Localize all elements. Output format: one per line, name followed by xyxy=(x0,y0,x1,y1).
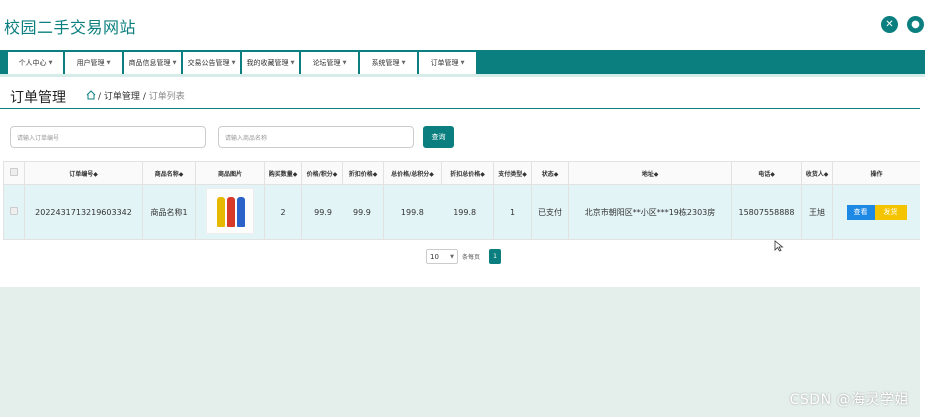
chevron-down-icon: ▼ xyxy=(342,60,347,66)
cell-pay-type: 1 xyxy=(493,184,532,240)
col-quantity[interactable]: 购买数量◆ xyxy=(264,161,302,185)
nav-label: 系统管理 xyxy=(371,59,400,67)
orders-table: 订单编号◆ 商品名称◆ 商品图片 购买数量◆ 价格/积分◆ 折扣价格◆ 总价格/… xyxy=(3,161,921,240)
cell-total: 199.8 199.8 xyxy=(383,184,494,240)
page-button-current[interactable]: 1 xyxy=(489,249,501,264)
chevron-down-icon: ▼ xyxy=(401,60,406,66)
col-status[interactable]: 状态◆ xyxy=(531,161,569,185)
breadcrumb-last: 订单列表 xyxy=(148,92,185,102)
cell-quantity: 2 xyxy=(264,184,302,240)
row-checkbox-cell[interactable] xyxy=(3,184,25,240)
cell-address: 北京市朝阳区**小区***19栋2303房 xyxy=(568,184,732,240)
col-receiver[interactable]: 收货人◆ xyxy=(801,161,833,185)
cell-order-no: 2022431713219603342 xyxy=(24,184,143,240)
nav-label: 个人中心 xyxy=(18,59,47,67)
per-page-label: 条每页 xyxy=(462,254,481,261)
right-margin xyxy=(920,109,925,417)
bottle-shape xyxy=(237,197,245,227)
nav-label: 我的收藏管理 xyxy=(246,59,289,67)
chevron-down-icon: ▼ xyxy=(106,60,111,66)
watermark: CSDN @海灵学姐 xyxy=(789,392,909,408)
col-order-no[interactable]: 订单编号◆ xyxy=(24,161,143,185)
nav-item-forum-management[interactable]: 论坛管理 ▼ xyxy=(301,52,359,74)
col-product-image: 商品图片 xyxy=(195,161,265,185)
title-divider xyxy=(0,108,920,109)
empty-content-area xyxy=(0,287,920,417)
breadcrumb-current[interactable]: 订单管理 xyxy=(104,92,140,102)
nav-item-order-management[interactable]: 订单管理 ▼ xyxy=(419,52,477,74)
nav-item-favorites-management[interactable]: 我的收藏管理 ▼ xyxy=(242,52,300,74)
col-discount-price[interactable]: 折扣价格◆ xyxy=(342,161,384,185)
site-title: 校园二手交易网站 xyxy=(4,18,137,37)
cell-product-image xyxy=(195,184,265,240)
product-name-search-input[interactable]: 请输入商品名称 xyxy=(218,126,414,148)
select-all-checkbox[interactable] xyxy=(10,168,18,176)
nav-item-system-management[interactable]: 系统管理 ▼ xyxy=(360,52,418,74)
nav-label: 用户管理 xyxy=(76,59,105,67)
fullscreen-icon[interactable]: ✕ xyxy=(881,16,898,33)
page-size-value: 10 xyxy=(430,252,439,261)
ship-button[interactable]: 发货 xyxy=(874,204,907,220)
breadcrumb-separator: / xyxy=(98,92,102,102)
nav-label: 论坛管理 xyxy=(312,59,341,67)
cell-discount-price: 99.9 xyxy=(353,207,371,217)
view-button[interactable]: 查看 xyxy=(846,204,875,220)
select-all-checkbox-cell[interactable] xyxy=(3,161,25,185)
chevron-down-icon: ▼ xyxy=(450,253,454,260)
user-icon[interactable]: ● xyxy=(907,16,924,33)
chevron-down-icon: ▼ xyxy=(460,60,465,66)
table-row: 2022431713219603342 商品名称1 2 99.9 99.9 199… xyxy=(3,184,921,240)
main-nav: 个人中心 ▼ 用户管理 ▼ 商品信息管理 ▼ 交易公告管理 ▼ 我的收藏管理 ▼ 论坛管理… xyxy=(0,50,925,74)
search-button[interactable]: 查询 xyxy=(423,126,454,148)
cell-price-value: 99.9 xyxy=(314,207,332,217)
row-checkbox[interactable] xyxy=(10,207,18,215)
nav-label: 订单管理 xyxy=(430,59,459,67)
product-image[interactable] xyxy=(206,188,254,234)
nav-item-product-management[interactable]: 商品信息管理 ▼ xyxy=(124,52,182,74)
breadcrumb-separator: / xyxy=(142,92,146,102)
cell-discount-total: 199.8 xyxy=(453,207,477,217)
page-title: 订单管理 xyxy=(10,90,66,106)
cell-product-name: 商品名称1 xyxy=(142,184,196,240)
top-bar: 校园二手交易网站 ✕ ● xyxy=(0,0,925,50)
chevron-down-icon: ▼ xyxy=(290,60,295,66)
mouse-cursor-icon xyxy=(774,240,784,252)
col-discount-total[interactable]: 折扣总价格◆ xyxy=(441,161,494,185)
chevron-down-icon: ▼ xyxy=(172,60,177,66)
col-address[interactable]: 地址◆ xyxy=(568,161,732,185)
cell-phone: 15807558888 xyxy=(731,184,802,240)
nav-item-user-management[interactable]: 用户管理 ▼ xyxy=(65,52,123,74)
home-icon[interactable] xyxy=(86,90,96,100)
breadcrumb: / 订单管理 / 订单列表 xyxy=(98,89,185,102)
nav-label: 交易公告管理 xyxy=(187,59,230,67)
bottle-shape xyxy=(227,197,235,227)
table-header-row: 订单编号◆ 商品名称◆ 商品图片 购买数量◆ 价格/积分◆ 折扣价格◆ 总价格/… xyxy=(3,161,921,185)
nav-divider xyxy=(0,74,925,77)
chevron-down-icon: ▼ xyxy=(231,60,236,66)
cell-total-value: 199.8 xyxy=(400,207,424,217)
page-size-select[interactable]: 10 ▼ xyxy=(426,249,458,264)
col-pay-type[interactable]: 支付类型◆ xyxy=(493,161,532,185)
order-no-search-input[interactable]: 请输入订单编号 xyxy=(10,126,206,148)
cell-status: 已支付 xyxy=(531,184,569,240)
cell-actions: 查看 发货 xyxy=(832,184,921,240)
nav-item-personal-center[interactable]: 个人中心 ▼ xyxy=(8,52,64,74)
col-price[interactable]: 价格/积分◆ xyxy=(301,161,343,185)
col-actions: 操作 xyxy=(832,161,921,185)
cell-price: 99.9 99.9 xyxy=(301,184,384,240)
chevron-down-icon: ▼ xyxy=(48,60,53,66)
col-product-name[interactable]: 商品名称◆ xyxy=(142,161,196,185)
nav-item-announcement-management[interactable]: 交易公告管理 ▼ xyxy=(183,52,241,74)
col-phone[interactable]: 电话◆ xyxy=(731,161,802,185)
cell-receiver: 王旭 xyxy=(801,184,833,240)
bottle-shape xyxy=(217,197,225,227)
col-total[interactable]: 总价格/总积分◆ xyxy=(383,161,442,185)
nav-label: 商品信息管理 xyxy=(128,59,171,67)
